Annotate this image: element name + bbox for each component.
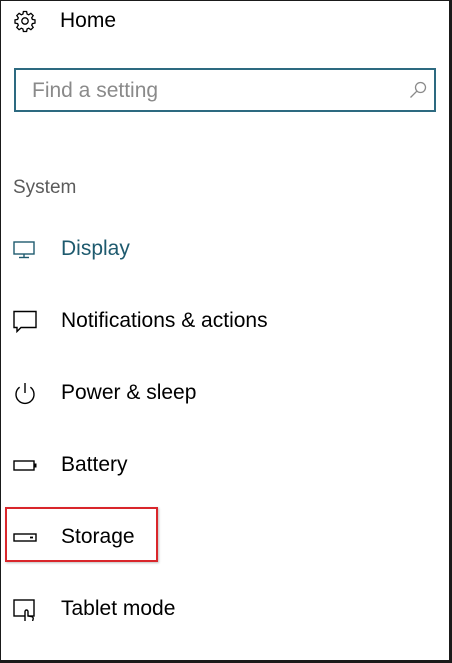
notifications-icon <box>12 309 38 334</box>
tablet-mode-icon <box>12 597 38 622</box>
search-placeholder: Find a setting <box>32 79 159 102</box>
gear-icon <box>13 9 37 33</box>
nav-item-notifications[interactable]: Notifications & actions <box>1 299 441 343</box>
settings-window: Home Find a setting System Display Notif… <box>0 0 452 663</box>
search-input[interactable]: Find a setting <box>14 68 436 112</box>
home-label: Home <box>60 9 117 32</box>
nav-item-storage[interactable]: Storage <box>1 515 441 559</box>
home-nav-item[interactable]: Home <box>1 1 441 41</box>
nav-item-label: Tablet mode <box>61 597 176 620</box>
nav-item-label: Notifications & actions <box>61 309 268 332</box>
nav-item-label: Power & sleep <box>61 381 197 404</box>
nav-item-tablet-mode[interactable]: Tablet mode <box>1 587 441 631</box>
power-icon <box>12 381 38 405</box>
nav-item-power-sleep[interactable]: Power & sleep <box>1 371 441 415</box>
search-icon[interactable] <box>408 80 428 100</box>
nav-item-display[interactable]: Display <box>1 227 441 271</box>
section-header-system: System <box>13 177 77 198</box>
nav-item-label: Storage <box>61 525 135 548</box>
display-icon <box>12 237 38 261</box>
battery-icon <box>12 453 38 477</box>
storage-icon <box>12 525 38 549</box>
nav-item-label: Battery <box>61 453 128 476</box>
nav-item-battery[interactable]: Battery <box>1 443 441 487</box>
nav-item-label: Display <box>61 237 130 260</box>
